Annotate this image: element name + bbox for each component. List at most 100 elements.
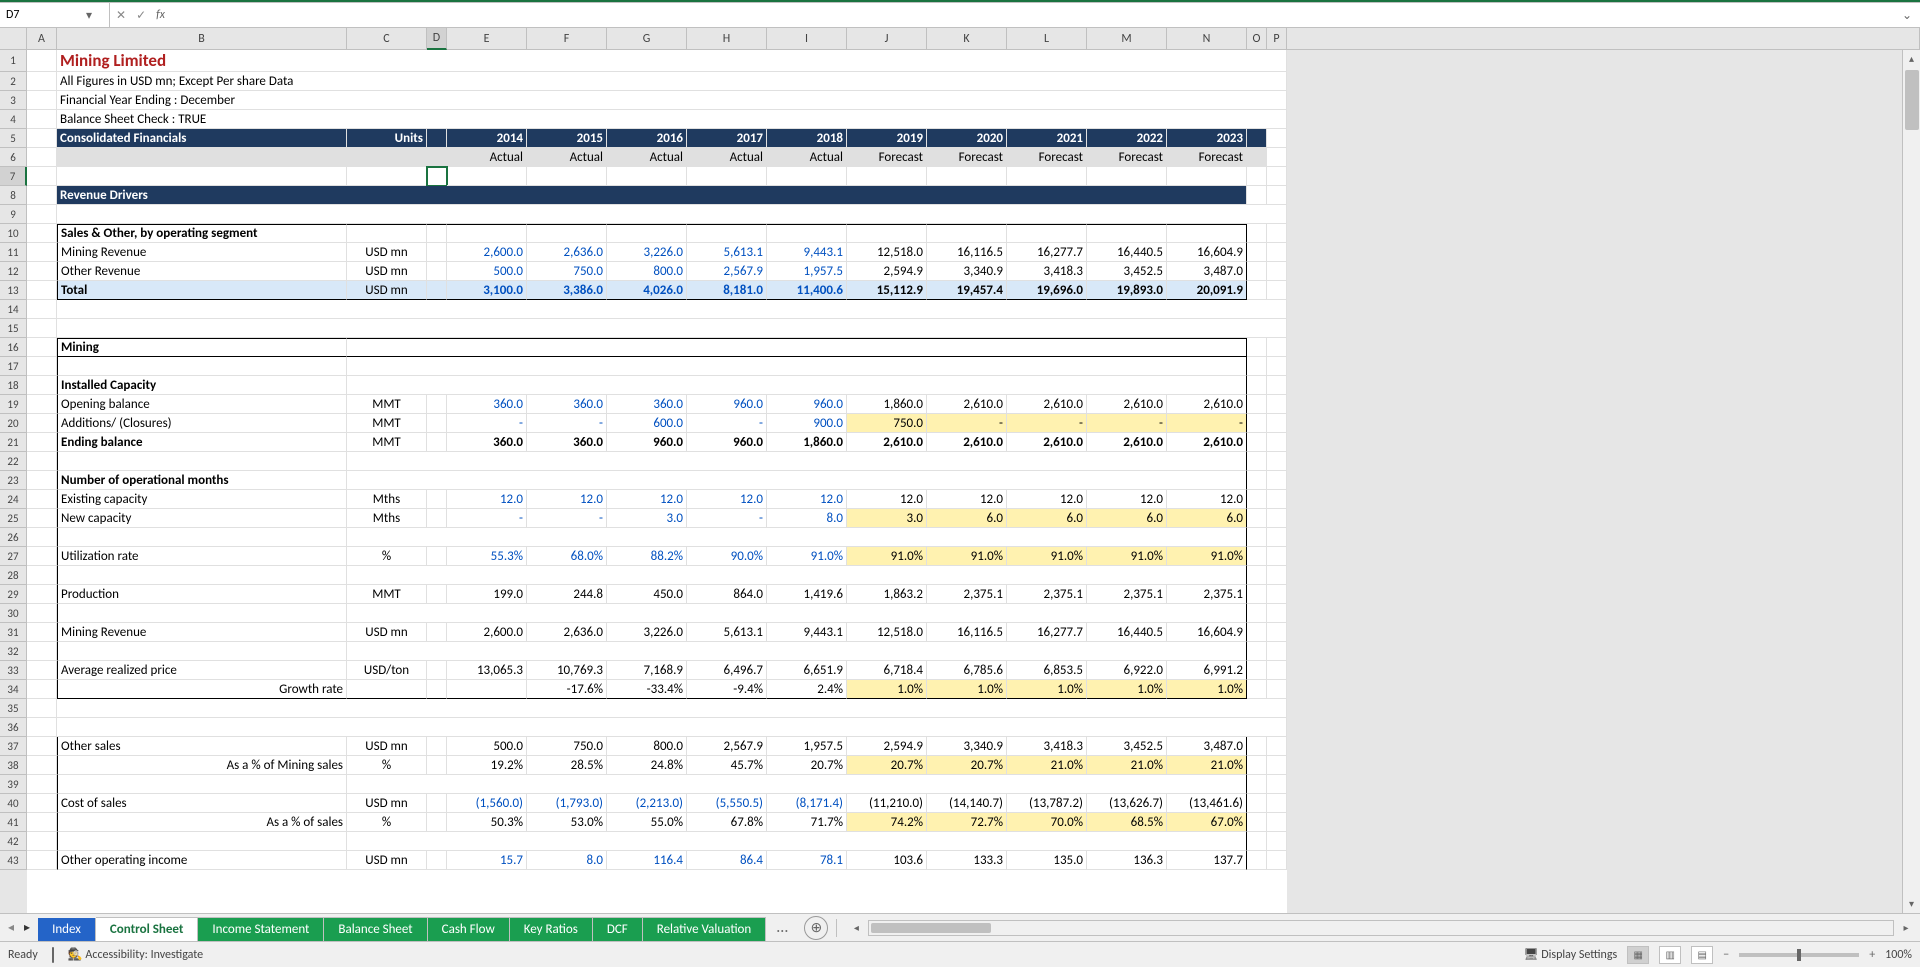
col-header-K[interactable]: K bbox=[927, 28, 1007, 50]
row-header-11[interactable]: 11 bbox=[0, 243, 27, 262]
zoom-out-button[interactable]: − bbox=[1723, 948, 1729, 962]
row-header-9[interactable]: 9 bbox=[0, 205, 27, 224]
col-header-H[interactable]: H bbox=[687, 28, 767, 50]
display-settings[interactable]: 🖥 Display Settings bbox=[1523, 947, 1617, 962]
row-header-5[interactable]: 5 bbox=[0, 129, 27, 148]
row-header-14[interactable]: 14 bbox=[0, 300, 27, 319]
row-header-6[interactable]: 6 bbox=[0, 148, 27, 167]
row-header-41[interactable]: 41 bbox=[0, 813, 27, 832]
macro-record-icon[interactable] bbox=[52, 948, 54, 962]
horizontal-scrollbar[interactable] bbox=[868, 920, 1894, 936]
scroll-up-icon[interactable]: ▴ bbox=[1903, 50, 1920, 68]
row-header-36[interactable]: 36 bbox=[0, 718, 27, 737]
row-header-15[interactable]: 15 bbox=[0, 319, 27, 338]
sheet-tab-cash-flow[interactable]: Cash Flow bbox=[428, 917, 510, 941]
column-headers[interactable]: ABCDEFGHIJKLMNOP bbox=[0, 28, 1920, 50]
row-header-13[interactable]: 13 bbox=[0, 281, 27, 300]
tab-nav-next-icon[interactable]: ▸ bbox=[20, 920, 34, 935]
formula-input[interactable] bbox=[171, 5, 1898, 25]
sheet-tab-control-sheet[interactable]: Control Sheet bbox=[96, 917, 198, 941]
zoom-level[interactable]: 100% bbox=[1885, 948, 1912, 962]
hscroll-right-icon[interactable]: ▸ bbox=[1898, 921, 1914, 934]
sheet-tab-dcf[interactable]: DCF bbox=[593, 917, 643, 941]
sheet-tab-index[interactable]: Index bbox=[38, 918, 96, 941]
row-header-40[interactable]: 40 bbox=[0, 794, 27, 813]
row-header-19[interactable]: 19 bbox=[0, 395, 27, 414]
name-box[interactable]: ▾ bbox=[0, 3, 110, 27]
col-header-E[interactable]: E bbox=[447, 28, 527, 50]
row-header-24[interactable]: 24 bbox=[0, 490, 27, 509]
sheet-tab-key-ratios[interactable]: Key Ratios bbox=[510, 917, 593, 941]
hscroll-thumb[interactable] bbox=[871, 923, 991, 933]
name-box-input[interactable] bbox=[6, 8, 86, 22]
col-header-D[interactable]: D bbox=[427, 28, 447, 50]
row-header-27[interactable]: 27 bbox=[0, 547, 27, 566]
row-header-42[interactable]: 42 bbox=[0, 832, 27, 851]
selected-cell-D7[interactable] bbox=[427, 167, 447, 186]
col-header-I[interactable]: I bbox=[767, 28, 847, 50]
row-header-29[interactable]: 29 bbox=[0, 585, 27, 604]
row-header-17[interactable]: 17 bbox=[0, 357, 27, 376]
row-header-8[interactable]: 8 bbox=[0, 186, 27, 205]
hscroll-left-icon[interactable]: ◂ bbox=[848, 921, 864, 934]
col-header-B[interactable]: B bbox=[57, 28, 347, 50]
row-header-32[interactable]: 32 bbox=[0, 642, 27, 661]
row-header-1[interactable]: 1 bbox=[0, 50, 27, 72]
col-header-O[interactable]: O bbox=[1247, 28, 1267, 50]
row-header-35[interactable]: 35 bbox=[0, 699, 27, 718]
formula-expand-icon[interactable]: ⌄ bbox=[1898, 8, 1916, 23]
view-page-layout-button[interactable]: ▥ bbox=[1659, 946, 1681, 964]
row-header-12[interactable]: 12 bbox=[0, 262, 27, 281]
sheet-tab-income-statement[interactable]: Income Statement bbox=[198, 917, 324, 941]
row-header-39[interactable]: 39 bbox=[0, 775, 27, 794]
row-header-30[interactable]: 30 bbox=[0, 604, 27, 623]
col-header-P[interactable]: P bbox=[1267, 28, 1287, 50]
col-header-A[interactable]: A bbox=[27, 28, 57, 50]
name-box-dropdown-icon[interactable]: ▾ bbox=[86, 8, 92, 23]
col-header-G[interactable]: G bbox=[607, 28, 687, 50]
row-header-25[interactable]: 25 bbox=[0, 509, 27, 528]
fx-icon[interactable]: fx bbox=[156, 8, 165, 22]
col-header-F[interactable]: F bbox=[527, 28, 607, 50]
col-header-L[interactable]: L bbox=[1007, 28, 1087, 50]
cancel-icon[interactable]: ✕ bbox=[116, 8, 126, 23]
row-header-28[interactable]: 28 bbox=[0, 566, 27, 585]
view-page-break-button[interactable]: ▤ bbox=[1691, 946, 1713, 964]
view-normal-button[interactable]: ▦ bbox=[1627, 946, 1649, 964]
row-header-38[interactable]: 38 bbox=[0, 756, 27, 775]
zoom-slider[interactable] bbox=[1739, 953, 1859, 957]
row-header-16[interactable]: 16 bbox=[0, 338, 27, 357]
confirm-icon[interactable]: ✓ bbox=[136, 8, 146, 23]
col-header-J[interactable]: J bbox=[847, 28, 927, 50]
sheet-tab-relative-valuation[interactable]: Relative Valuation bbox=[643, 917, 767, 941]
row-header-34[interactable]: 34 bbox=[0, 680, 27, 699]
tab-more[interactable]: ... bbox=[766, 914, 798, 941]
row-header-2[interactable]: 2 bbox=[0, 72, 27, 91]
row-header-18[interactable]: 18 bbox=[0, 376, 27, 395]
row-header-33[interactable]: 33 bbox=[0, 661, 27, 680]
sheet-tab-balance-sheet[interactable]: Balance Sheet bbox=[324, 917, 427, 941]
add-sheet-button[interactable]: ⊕ bbox=[804, 916, 828, 940]
row-header-3[interactable]: 3 bbox=[0, 91, 27, 110]
grid-cells[interactable]: Mining LimitedAll Figures in USD mn; Exc… bbox=[27, 50, 1287, 913]
row-header-23[interactable]: 23 bbox=[0, 471, 27, 490]
row-header-31[interactable]: 31 bbox=[0, 623, 27, 642]
row-header-4[interactable]: 4 bbox=[0, 110, 27, 129]
row-header-26[interactable]: 26 bbox=[0, 528, 27, 547]
col-header-N[interactable]: N bbox=[1167, 28, 1247, 50]
scroll-thumb[interactable] bbox=[1905, 70, 1919, 130]
row-headers[interactable]: 1234567891011121314151617181920212223242… bbox=[0, 50, 27, 913]
row-header-22[interactable]: 22 bbox=[0, 452, 27, 471]
row-header-7[interactable]: 7 bbox=[0, 167, 27, 186]
row-header-43[interactable]: 43 bbox=[0, 851, 27, 870]
row-header-21[interactable]: 21 bbox=[0, 433, 27, 452]
row-header-10[interactable]: 10 bbox=[0, 224, 27, 243]
scroll-down-icon[interactable]: ▾ bbox=[1903, 895, 1920, 913]
vertical-scrollbar[interactable]: ▴ ▾ bbox=[1902, 50, 1920, 913]
row-header-37[interactable]: 37 bbox=[0, 737, 27, 756]
row-header-20[interactable]: 20 bbox=[0, 414, 27, 433]
col-header-M[interactable]: M bbox=[1087, 28, 1167, 50]
col-header-C[interactable]: C bbox=[347, 28, 427, 50]
zoom-in-button[interactable]: + bbox=[1869, 948, 1875, 962]
accessibility-status[interactable]: 🕵 Accessibility: Investigate bbox=[68, 947, 203, 962]
